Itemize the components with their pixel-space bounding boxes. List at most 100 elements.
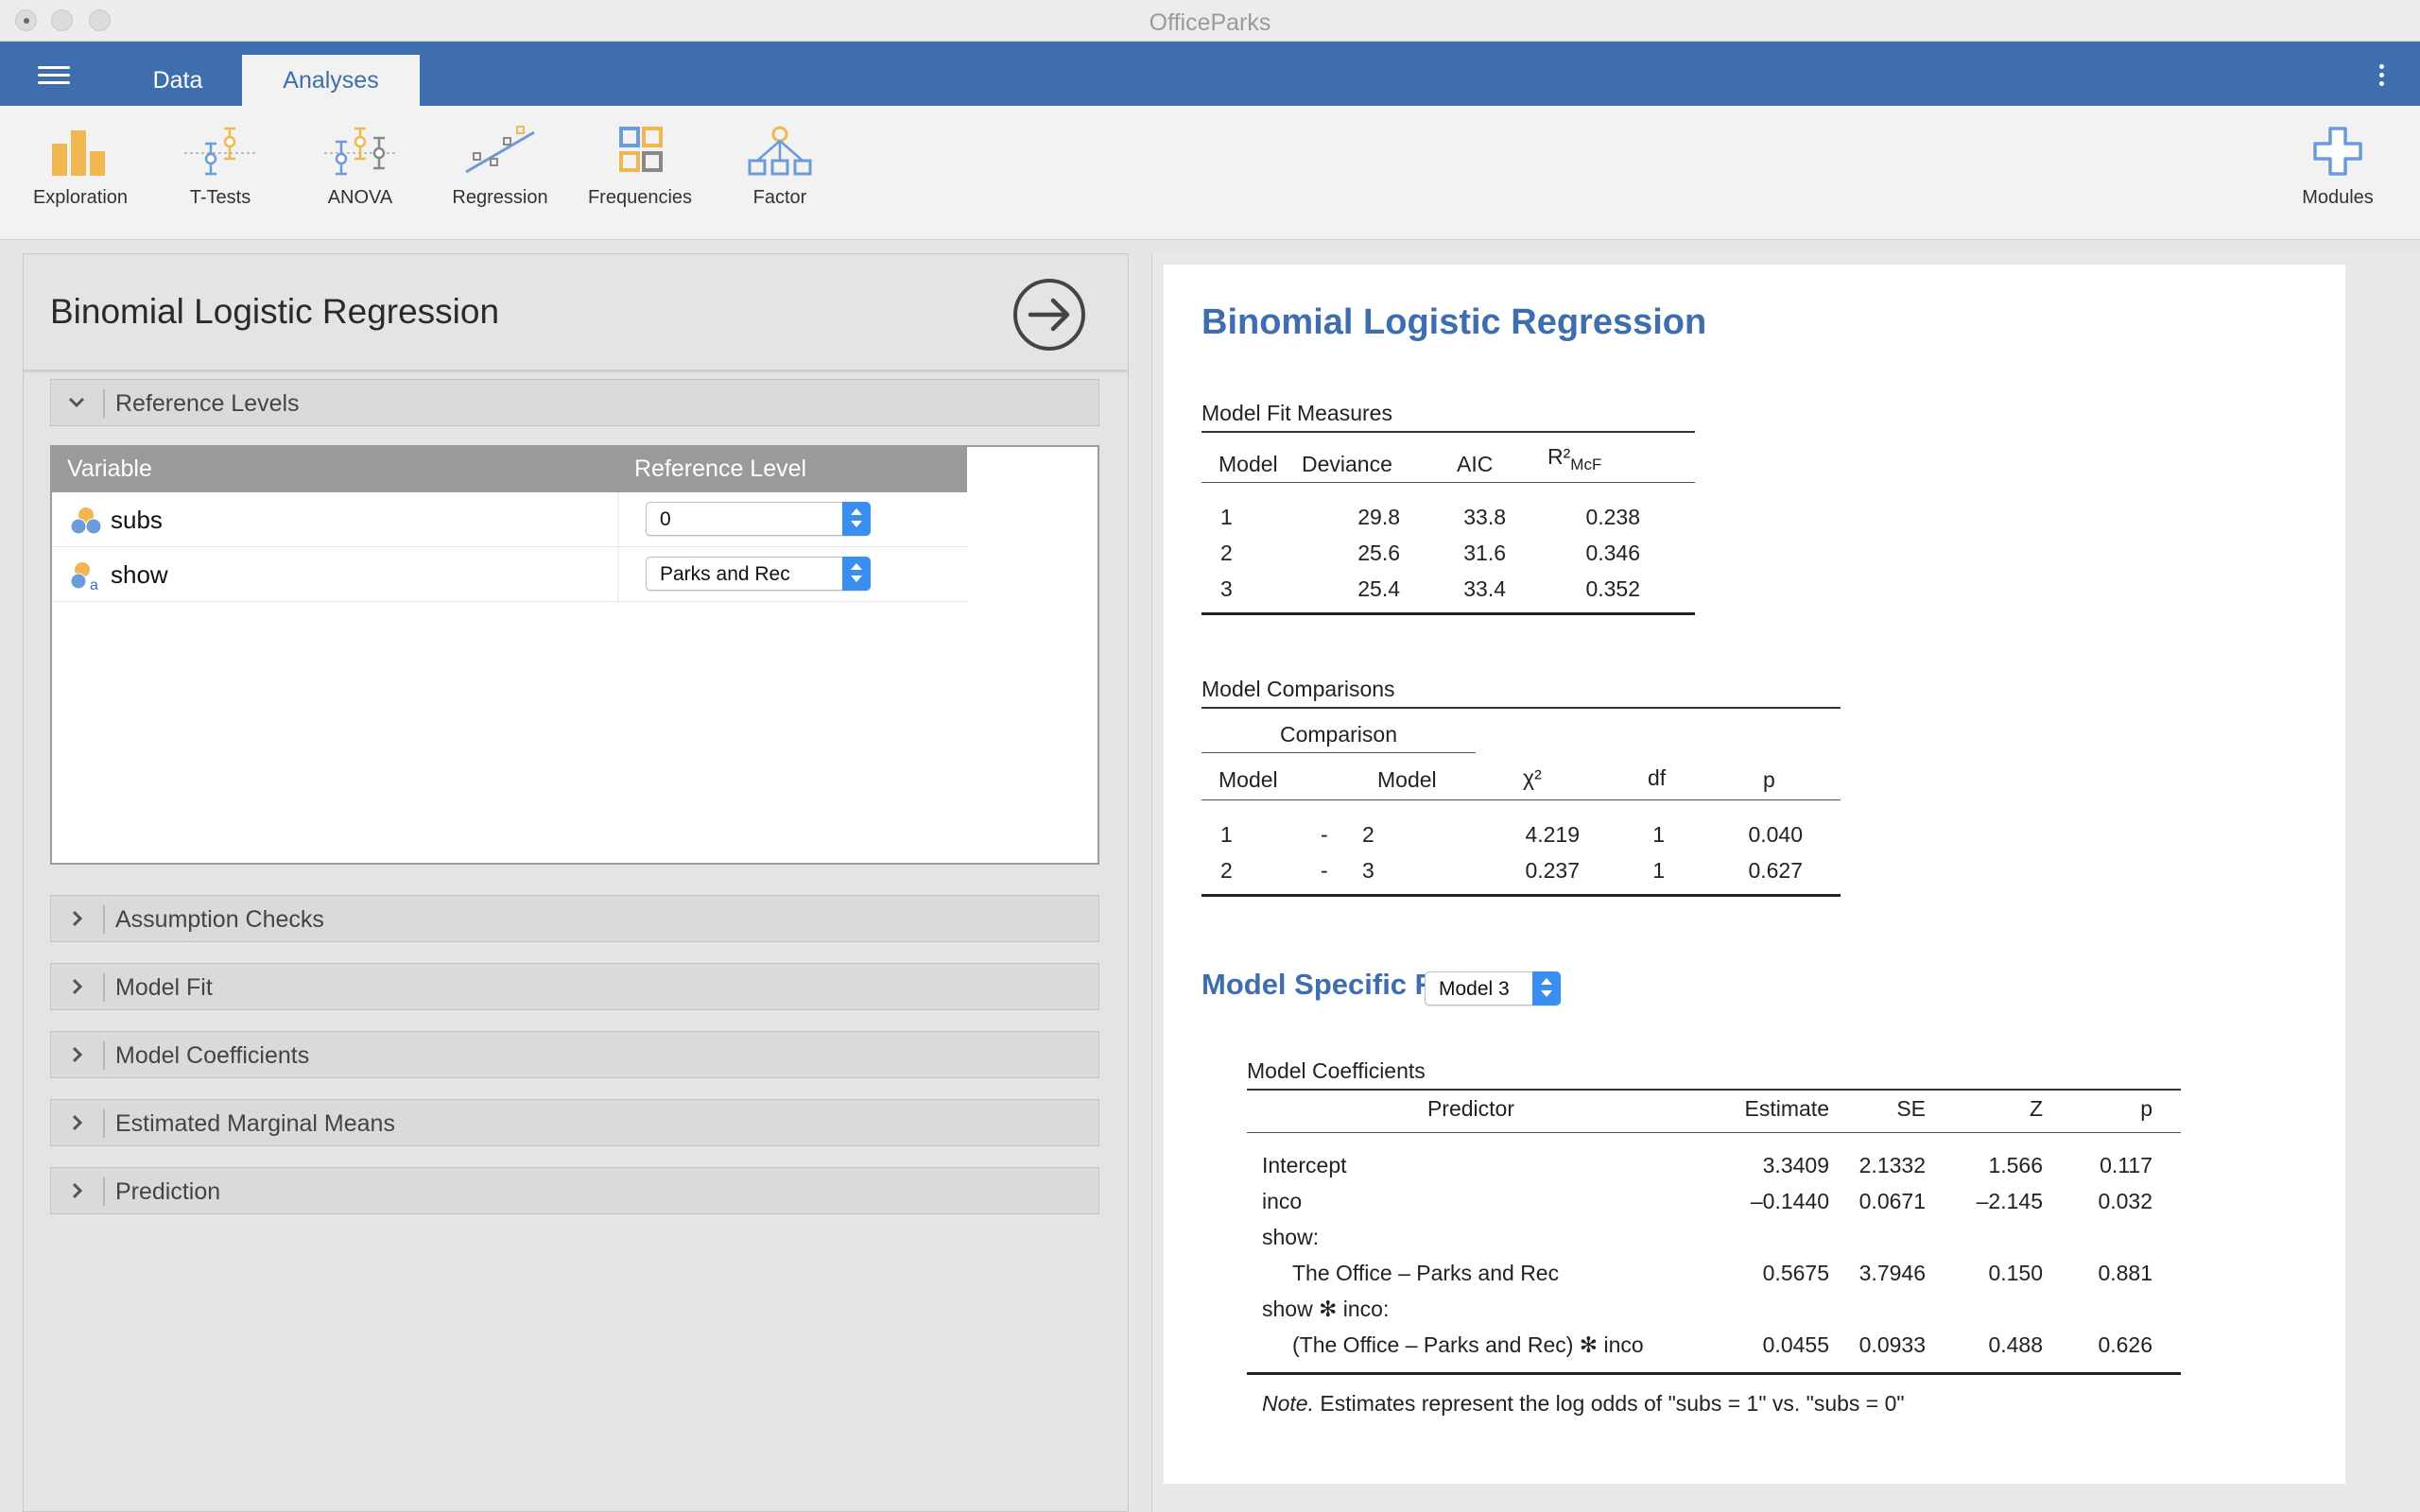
table-rule: [1201, 799, 1841, 800]
table-cell: 3.3409: [1762, 1153, 1829, 1177]
section-prediction[interactable]: Prediction: [50, 1167, 1099, 1214]
column-header: χ²: [1523, 765, 1542, 790]
table-cell: 0.627: [1748, 858, 1803, 883]
column-header: Deviance: [1302, 452, 1392, 476]
plus-icon: [2313, 127, 2362, 176]
table-cell: 1: [1652, 858, 1665, 883]
nominal-text-variable-icon: a: [70, 562, 98, 591]
table-cell: 1: [1652, 822, 1665, 847]
model-fit-table-title: Model Fit Measures: [1201, 401, 1392, 425]
section-assumption-checks[interactable]: Assumption Checks: [50, 895, 1099, 942]
table-rule: [1201, 482, 1695, 483]
table-cell: 2.1332: [1858, 1153, 1926, 1177]
section-label: Estimated Marginal Means: [115, 1110, 395, 1137]
column-header: SE: [1896, 1096, 1926, 1121]
table-rule: [1201, 752, 1476, 753]
section-separator: [103, 1041, 105, 1070]
table-cell: 0.0455: [1762, 1332, 1829, 1357]
table-cell: 0.238: [1585, 505, 1640, 529]
more-options-icon[interactable]: [2378, 64, 2386, 89]
column-header: p: [1763, 767, 1775, 792]
tab-data[interactable]: Data: [130, 55, 225, 106]
svg-text:a: a: [90, 577, 98, 591]
ribbon-modules-button[interactable]: Modules: [2267, 125, 2409, 219]
section-separator: [103, 1177, 105, 1206]
reference-level-row: subs 0: [52, 492, 967, 547]
table-cell: 1: [1220, 822, 1233, 847]
chevron-right-icon: [72, 978, 83, 995]
column-group-header: Comparison: [1280, 722, 1397, 747]
mcf-subscript: McF: [1570, 455, 1602, 473]
dropdown-value: Parks and Rec: [660, 563, 790, 585]
column-header-reference-level: Reference Level: [634, 455, 807, 482]
section-model-fit[interactable]: Model Fit: [50, 963, 1099, 1010]
bar-chart-icon: [52, 130, 105, 176]
hamburger-menu-icon[interactable]: [38, 66, 70, 85]
section-estimated-marginal-means[interactable]: Estimated Marginal Means: [50, 1099, 1099, 1146]
table-rule: [1201, 431, 1695, 433]
table-cell: 0.626: [2098, 1332, 2152, 1357]
column-header: AIC: [1457, 452, 1494, 476]
table-cell: 25.6: [1357, 541, 1400, 565]
chevron-right-icon: [72, 1182, 83, 1199]
table-cell: 3: [1220, 576, 1233, 601]
section-label: Prediction: [115, 1178, 221, 1205]
ribbon-exploration-button[interactable]: Exploration: [9, 125, 151, 219]
tab-analyses[interactable]: Analyses: [242, 55, 420, 106]
ribbon-regression-button[interactable]: Regression: [429, 125, 571, 219]
ribbon-anova-button[interactable]: ANOVA: [289, 125, 431, 219]
note-text: Estimates represent the log odds of "sub…: [1320, 1391, 1905, 1416]
chevron-down-icon: [68, 397, 85, 408]
column-header: R²McF: [1547, 444, 1601, 474]
predictor-cell: inco: [1262, 1189, 1303, 1213]
analysis-options-panel: Binomial Logistic Regression Reference L…: [23, 253, 1129, 1512]
table-cell: 33.4: [1463, 576, 1506, 601]
section-separator: [103, 1109, 105, 1138]
table-cell: 0.117: [2100, 1153, 2152, 1177]
anova-icon: [324, 127, 396, 176]
model-select-dropdown[interactable]: Model 3: [1425, 971, 1561, 1005]
ribbon-frequencies-button[interactable]: Frequencies: [569, 125, 711, 219]
ribbon-modules-label: Modules: [2302, 187, 2374, 208]
table-cell: 0.0933: [1858, 1332, 1926, 1357]
ribbon-t-tests-label: T-Tests: [189, 187, 251, 208]
reference-level-dropdown[interactable]: Parks and Rec: [646, 557, 871, 591]
table-cell: 3: [1362, 858, 1374, 883]
section-separator: [103, 905, 105, 934]
table-cell: 29.8: [1357, 505, 1400, 529]
cell-separator: [617, 547, 619, 601]
window-title: OfficeParks: [1149, 9, 1271, 36]
main-tab-bar: Data Analyses: [0, 42, 2420, 106]
table-cell: 3.7946: [1858, 1261, 1926, 1285]
table-cell: 0.040: [1748, 822, 1803, 847]
section-separator: [103, 973, 105, 1002]
section-separator: [103, 389, 105, 418]
run-analysis-arrow-icon[interactable]: [1011, 277, 1087, 352]
section-reference-levels[interactable]: Reference Levels: [50, 379, 1099, 426]
section-model-coefficients[interactable]: Model Coefficients: [50, 1031, 1099, 1078]
model-coefficients-table-title: Model Coefficients: [1247, 1058, 1426, 1083]
column-header-variable: Variable: [67, 455, 152, 482]
table-cell: 2: [1220, 541, 1233, 565]
table-cell: -: [1321, 858, 1328, 883]
predictor-cell: show ✻ inco:: [1262, 1297, 1390, 1321]
table-cell: 1.566: [1988, 1153, 2043, 1177]
section-label: Reference Levels: [115, 390, 300, 417]
reference-level-dropdown[interactable]: 0: [646, 502, 871, 536]
column-header: p: [2140, 1096, 2152, 1121]
variable-name: subs: [111, 506, 163, 534]
t-tests-icon: [184, 127, 256, 176]
predictor-cell: (The Office – Parks and Rec) ✻ inco: [1292, 1332, 1644, 1357]
ribbon-t-tests-button[interactable]: T-Tests: [149, 125, 291, 219]
table-note: Note. Estimates represent the log odds o…: [1262, 1391, 1905, 1417]
table-cell: 0.346: [1585, 541, 1640, 565]
predictor-cell: Intercept: [1262, 1153, 1347, 1177]
dropdown-arrows-icon: [842, 502, 871, 536]
dropdown-value: Model 3: [1439, 978, 1510, 1000]
ribbon-factor-button[interactable]: Factor: [709, 125, 851, 219]
column-header: Z: [2029, 1096, 2043, 1121]
ribbon-regression-label: Regression: [452, 187, 548, 208]
regression-icon: [465, 126, 535, 174]
table-cell: -: [1321, 822, 1328, 847]
column-header: df: [1648, 765, 1667, 790]
